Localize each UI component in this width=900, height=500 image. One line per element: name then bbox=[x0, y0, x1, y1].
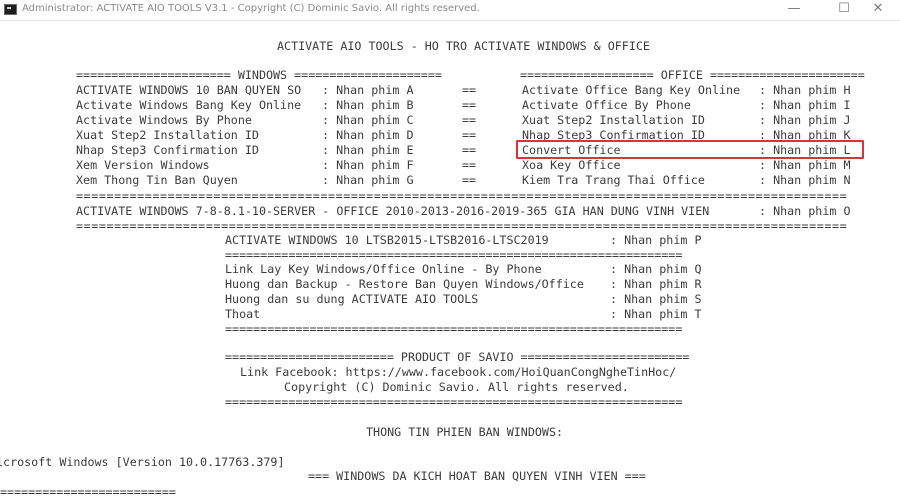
menu-item-label: Xuat Step2 Installation ID bbox=[76, 128, 259, 142]
windows-version-line: icrosoft Windows [Version 10.0.17763.379… bbox=[0, 455, 285, 469]
menu-item-label: Xuat Step2 Installation ID bbox=[522, 113, 705, 127]
product-banner: ======================== PRODUCT OF SAVI… bbox=[225, 350, 690, 364]
menu-item-label: Xem Thong Tin Ban Quyen bbox=[76, 173, 238, 187]
menu-item-label: Huong dan Backup - Restore Ban Quyen Win… bbox=[225, 277, 584, 291]
permanent-activation-key: : Nhan phim O bbox=[759, 204, 851, 218]
menu-item-label: Thoat bbox=[225, 307, 261, 321]
facebook-link-text: Link Facebook: https://www.facebook.com/… bbox=[240, 365, 677, 379]
menu-item-label: Xoa Key Office bbox=[522, 158, 621, 172]
menu-item-label: Nhap Step3 Confirmation ID bbox=[76, 143, 259, 157]
divider-rule: ========================================… bbox=[225, 248, 683, 262]
window-title: Administrator: ACTIVATE AIO TOOLS V3.1 -… bbox=[22, 3, 480, 14]
column-separator: == bbox=[462, 98, 477, 112]
menu-item-key: : Nhan phim M bbox=[759, 158, 851, 172]
menu-item-key: : Nhan phim N bbox=[759, 173, 851, 187]
console-app-icon bbox=[4, 4, 17, 15]
copyright-text: Copyright (C) Dominic Savio. All rights … bbox=[284, 380, 629, 394]
menu-item-label: Xem Version Windows bbox=[76, 158, 210, 172]
minimize-button[interactable]: — bbox=[772, 0, 816, 20]
menu-item-key: : Nhan phim F bbox=[322, 158, 414, 172]
column-separator: == bbox=[462, 143, 477, 157]
console-header: ACTIVATE AIO TOOLS - HO TRO ACTIVATE WIN… bbox=[277, 39, 650, 53]
version-info-title: THONG TIN PHIEN BAN WINDOWS: bbox=[366, 425, 564, 439]
menu-item-key: : Nhan phim T bbox=[610, 307, 702, 321]
windows-section-rule: ====================== WINDOWS =========… bbox=[76, 68, 442, 82]
divider-rule: ========================================… bbox=[76, 189, 848, 203]
menu-item-key: : Nhan phim R bbox=[610, 277, 702, 291]
title-bar: Administrator: ACTIVATE AIO TOOLS V3.1 -… bbox=[0, 0, 900, 21]
menu-item-key: : Nhan phim S bbox=[610, 292, 702, 306]
column-separator: == bbox=[462, 158, 477, 172]
activation-status: === WINDOWS DA KICH HOAT BAN QUYEN VINH … bbox=[308, 469, 646, 483]
menu-item-label: Activate Windows By Phone bbox=[76, 113, 252, 127]
menu-item-label: Activate Office By Phone bbox=[522, 98, 691, 112]
menu-item-key: : Nhan phim Q bbox=[610, 262, 702, 276]
menu-item-key: : Nhan phim A bbox=[322, 83, 414, 97]
convert-office-highlight-box bbox=[516, 140, 864, 159]
permanent-activation-label: ACTIVATE WINDOWS 7-8-8.1-10-SERVER - OFF… bbox=[76, 204, 710, 218]
menu-item-label: Activate Office Bang Key Online bbox=[522, 83, 741, 97]
menu-item-label: Activate Windows Bang Key Online bbox=[76, 98, 302, 112]
menu-item-key: : Nhan phim J bbox=[759, 113, 851, 127]
column-separator: == bbox=[462, 113, 477, 127]
menu-item-key: : Nhan phim D bbox=[322, 128, 414, 142]
divider-rule: ========================================… bbox=[225, 395, 683, 409]
menu-item-label: Kiem Tra Trang Thai Office bbox=[522, 173, 705, 187]
column-separator: == bbox=[462, 173, 477, 187]
divider-rule: ========================================… bbox=[225, 322, 683, 336]
menu-item-label: Link Lay Key Windows/Office Online - By … bbox=[225, 262, 542, 276]
divider-rule: ========================================… bbox=[76, 219, 848, 233]
menu-item-label: Huong dan su dung ACTIVATE AIO TOOLS bbox=[225, 292, 479, 306]
console-output: ACTIVATE AIO TOOLS - HO TRO ACTIVATE WIN… bbox=[0, 20, 900, 500]
menu-item-key: : Nhan phim G bbox=[322, 173, 414, 187]
menu-item-key: : Nhan phim I bbox=[759, 98, 851, 112]
menu-item-key: : Nhan phim C bbox=[322, 113, 414, 127]
column-separator: == bbox=[462, 128, 477, 142]
menu-item-key: : Nhan phim E bbox=[322, 143, 414, 157]
ltsb-label: ACTIVATE WINDOWS 10 LTSB2015-LTSB2016-LT… bbox=[225, 233, 549, 247]
menu-item-key: : Nhan phim B bbox=[322, 98, 414, 112]
close-button[interactable]: ✕ bbox=[856, 0, 900, 20]
column-separator: == bbox=[462, 83, 477, 97]
menu-item-label: ACTIVATE WINDOWS 10 BAN QUYEN SO bbox=[76, 83, 302, 97]
menu-item-key: : Nhan phim H bbox=[759, 83, 851, 97]
ltsb-key: : Nhan phim P bbox=[610, 233, 702, 247]
divider-rule: ========================= bbox=[0, 485, 176, 499]
office-section-rule: =================== OFFICE =============… bbox=[520, 68, 865, 82]
